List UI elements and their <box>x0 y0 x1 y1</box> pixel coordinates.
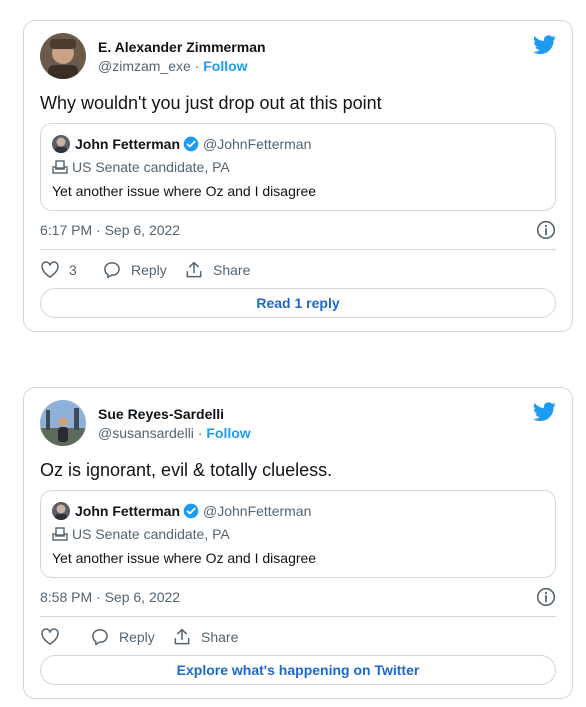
share-label: Share <box>213 262 251 278</box>
quoted-tweet-text: Yet another issue where Oz and I disagre… <box>52 183 317 199</box>
quoted-avatar <box>52 135 70 153</box>
action-bar: Reply Share <box>40 626 556 648</box>
reply-button[interactable]: Reply <box>90 626 155 648</box>
tweet-text: Why wouldn't you just drop out at this p… <box>40 93 382 113</box>
quoted-tweet[interactable]: John Fetterman @JohnFetterman US Senate … <box>40 490 556 578</box>
tweet-card: E. Alexander Zimmerman @zimzam_exe · Fol… <box>23 20 573 332</box>
share-icon <box>174 628 190 645</box>
follow-link[interactable]: Follow <box>206 425 250 441</box>
heart-icon <box>41 261 59 278</box>
quoted-tweet-text: Yet another issue where Oz and I disagre… <box>52 550 317 566</box>
author-handle[interactable]: @zimzam_exe <box>98 58 191 74</box>
read-replies-button[interactable]: Read 1 reply <box>40 288 556 318</box>
separator: · <box>193 425 207 441</box>
verified-badge-icon <box>183 503 199 519</box>
reply-bubble-icon <box>104 262 120 279</box>
reply-label: Reply <box>119 629 155 645</box>
divider <box>40 249 556 250</box>
ballot-box-icon <box>52 527 68 541</box>
tweet-header: Sue Reyes-Sardelli @susansardelli · Foll… <box>40 400 556 446</box>
explore-twitter-button[interactable]: Explore what's happening on Twitter <box>40 655 556 685</box>
reply-label: Reply <box>131 262 167 278</box>
author-handle[interactable]: @susansardelli <box>98 425 194 441</box>
like-count: 3 <box>69 262 77 278</box>
quoted-author-name: John Fetterman <box>75 136 181 152</box>
timestamp[interactable]: 8:58 PM · Sep 6, 2022 <box>40 589 180 605</box>
avatar[interactable] <box>40 400 86 446</box>
info-icon[interactable] <box>536 587 556 607</box>
separator: · <box>190 58 204 74</box>
author-handle-line: @susansardelli · Follow <box>98 425 251 441</box>
heart-icon <box>41 628 59 645</box>
twitter-bird-icon[interactable] <box>533 400 556 423</box>
author-name[interactable]: E. Alexander Zimmerman <box>98 39 266 55</box>
reply-button[interactable]: Reply <box>102 259 167 281</box>
tweet-header: E. Alexander Zimmerman @zimzam_exe · Fol… <box>40 33 556 79</box>
info-icon[interactable] <box>536 220 556 240</box>
quoted-tweet[interactable]: John Fetterman @JohnFetterman US Senate … <box>40 123 556 211</box>
follow-link[interactable]: Follow <box>203 58 247 74</box>
author-handle-line: @zimzam_exe · Follow <box>98 58 248 74</box>
divider <box>40 616 556 617</box>
timestamp[interactable]: 6:17 PM · Sep 6, 2022 <box>40 222 180 238</box>
twitter-bird-icon[interactable] <box>533 33 556 56</box>
author-name[interactable]: Sue Reyes-Sardelli <box>98 406 224 422</box>
ballot-box-icon <box>52 160 68 174</box>
quoted-author-handle: @JohnFetterman <box>203 136 312 152</box>
verified-badge-icon <box>183 136 199 152</box>
share-button[interactable]: Share <box>172 626 238 648</box>
share-label: Share <box>201 629 239 645</box>
quoted-author-label: US Senate candidate, PA <box>72 526 230 542</box>
share-button[interactable]: Share <box>184 259 250 281</box>
like-button[interactable]: 3 <box>40 259 77 281</box>
reply-bubble-icon <box>92 629 108 646</box>
action-bar: 3 Reply Share <box>40 259 556 281</box>
quoted-author-label: US Senate candidate, PA <box>72 159 230 175</box>
like-button[interactable] <box>40 626 69 648</box>
quoted-author-name: John Fetterman <box>75 503 181 519</box>
share-icon <box>186 261 202 278</box>
quoted-avatar <box>52 502 70 520</box>
tweet-card: Sue Reyes-Sardelli @susansardelli · Foll… <box>23 387 573 699</box>
tweet-text: Oz is ignorant, evil & totally clueless. <box>40 460 333 480</box>
quoted-author-handle: @JohnFetterman <box>203 503 312 519</box>
avatar[interactable] <box>40 33 86 79</box>
